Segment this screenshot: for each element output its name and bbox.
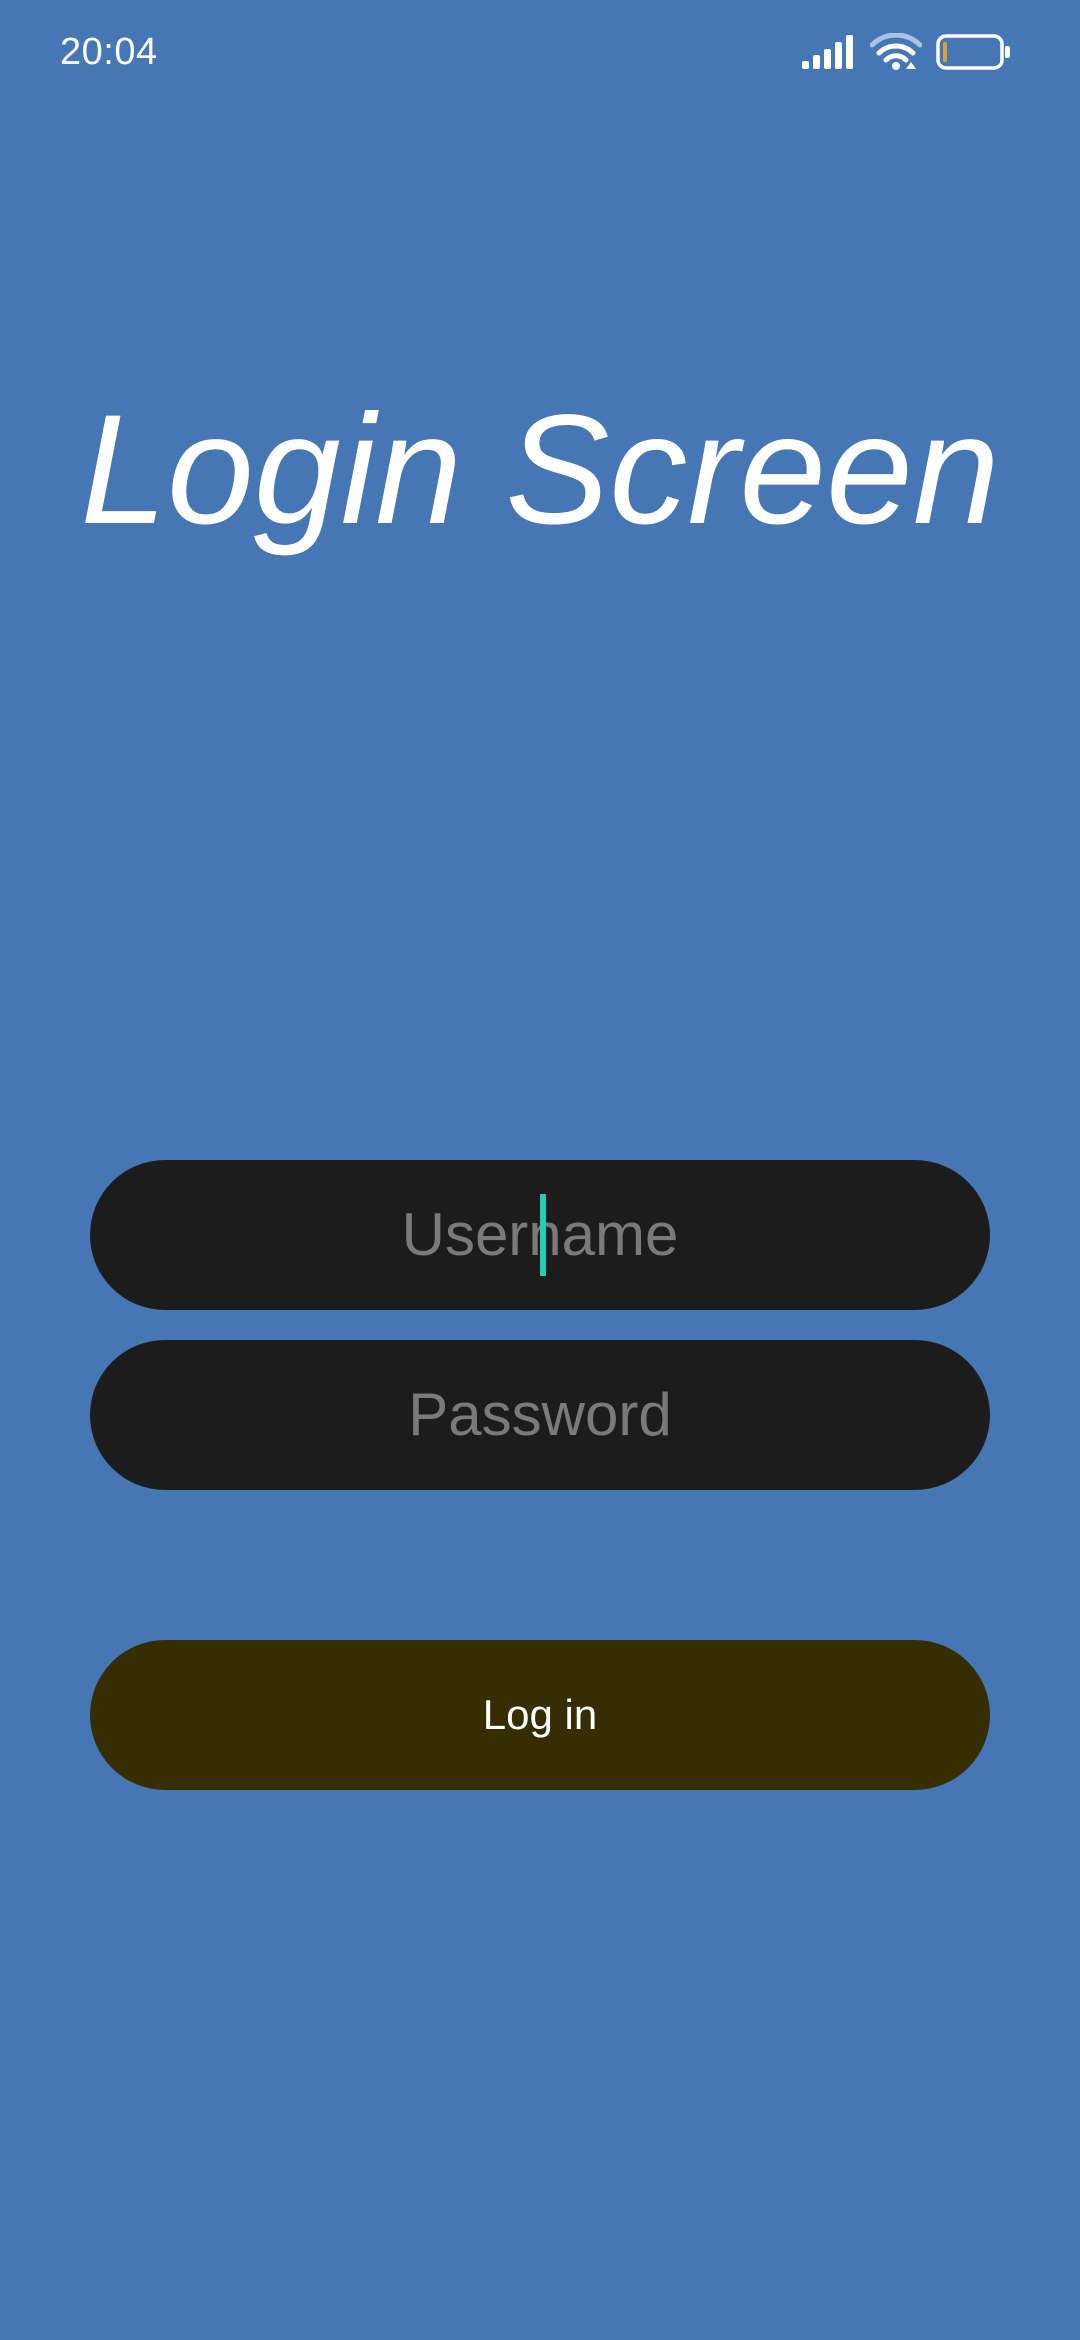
status-icons xyxy=(802,30,1012,74)
signal-icon xyxy=(802,35,856,69)
status-bar: 20:04 xyxy=(0,0,1080,104)
password-field[interactable]: Password xyxy=(90,1340,990,1490)
text-cursor xyxy=(540,1194,546,1276)
page-title: Login Screen xyxy=(80,383,1000,557)
status-time: 20:04 xyxy=(60,31,158,73)
login-button[interactable]: Log in xyxy=(90,1640,990,1790)
login-button-label: Log in xyxy=(482,1691,598,1738)
wifi-icon xyxy=(870,33,922,71)
password-placeholder: Password xyxy=(408,1381,672,1448)
battery-icon xyxy=(936,34,1012,70)
